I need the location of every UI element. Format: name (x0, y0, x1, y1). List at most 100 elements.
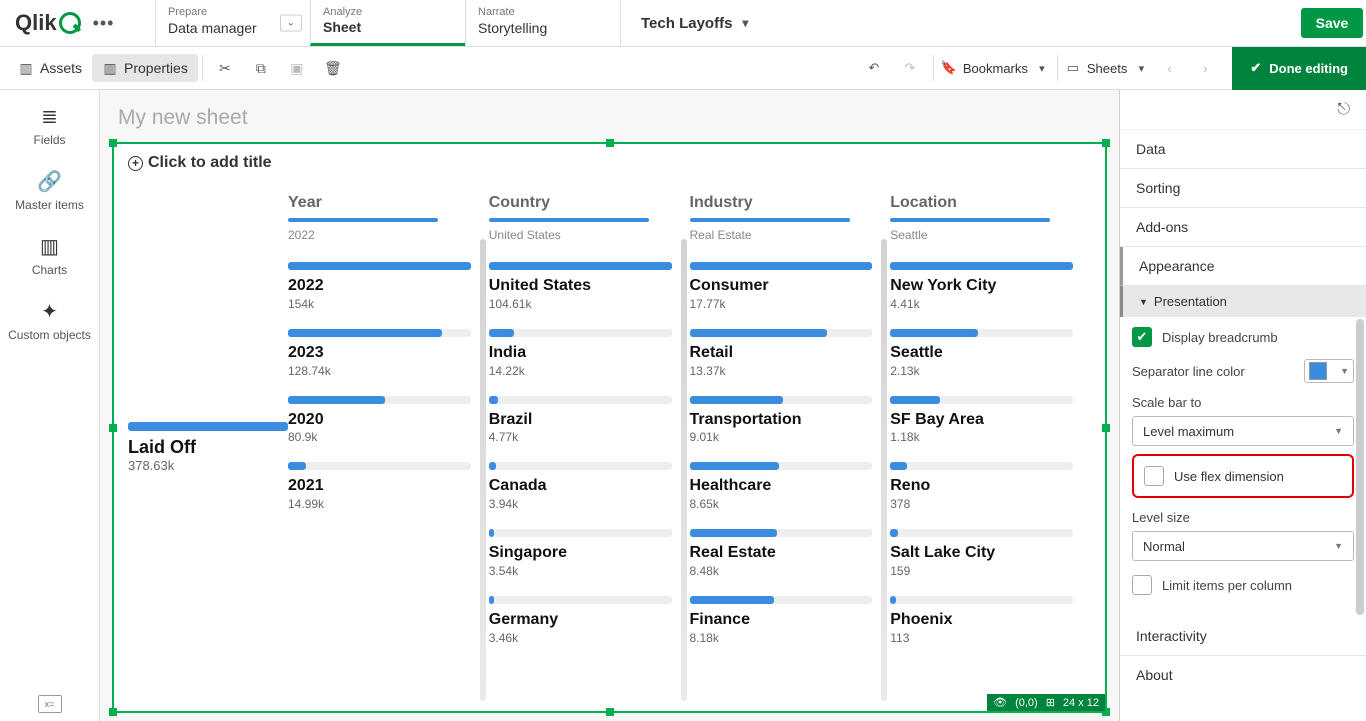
level-item[interactable]: SF Bay Area 1.18k (890, 396, 1091, 445)
viz-title-placeholder[interactable]: + Click to add title (114, 144, 1105, 182)
level-item[interactable]: Brazil 4.77k (489, 396, 690, 445)
more-icon[interactable]: ••• (93, 13, 115, 34)
tab-analyze[interactable]: Analyze Sheet (310, 0, 465, 46)
variables-button[interactable]: x= (38, 695, 62, 713)
section-data[interactable]: Data (1120, 130, 1366, 169)
redo-button: ↷ (893, 53, 927, 83)
section-addons[interactable]: Add-ons (1120, 208, 1366, 247)
paste-button[interactable]: ▣ (279, 54, 315, 82)
chevron-down-icon: ▼ (1334, 541, 1343, 551)
flex-dimension-checkbox[interactable] (1144, 466, 1164, 486)
level-item[interactable]: 2023 128.74k (288, 329, 489, 378)
cut-button[interactable]: ✂ (207, 54, 243, 82)
level-item[interactable]: Finance 8.18k (690, 596, 891, 645)
level-item[interactable]: Canada 3.94k (489, 462, 690, 511)
level-size-select[interactable]: Normal ▼ (1132, 531, 1354, 561)
root-label[interactable]: Laid Off (128, 437, 288, 458)
asset-custom-objects[interactable]: ✦ Custom objects (8, 299, 91, 342)
properties-toggle[interactable]: ▥ Properties (92, 54, 198, 82)
delete-button[interactable]: 🗑 (315, 54, 351, 82)
asset-fields[interactable]: ≣ Fields (33, 104, 65, 147)
sheet-canvas[interactable]: My new sheet + Click to add title Laid O… (100, 90, 1119, 721)
resize-handle[interactable] (109, 708, 117, 716)
section-sorting[interactable]: Sorting (1120, 169, 1366, 208)
asset-label: Custom objects (8, 328, 91, 342)
level-item[interactable]: Germany 3.46k (489, 596, 690, 645)
level-item[interactable]: Seattle 2.13k (890, 329, 1091, 378)
chevron-down-icon[interactable]: ⌄ (280, 15, 302, 32)
item-bar (489, 396, 672, 404)
app-title[interactable]: Tech Layoffs ▾ (620, 0, 1298, 46)
copy-button[interactable]: ⧉ (243, 54, 279, 82)
bookmark-icon: 🔖 (940, 53, 958, 83)
sheet-title[interactable]: My new sheet (118, 106, 248, 130)
share-icon[interactable]: ⎋ (1337, 101, 1350, 119)
level-item[interactable]: Salt Lake City 159 (890, 529, 1091, 578)
resize-handle[interactable] (1102, 424, 1110, 432)
level-item[interactable]: 2020 80.9k (288, 396, 489, 445)
bar-chart-icon: ▥ (40, 234, 59, 259)
chevron-down-icon[interactable]: ▾ (1033, 53, 1051, 83)
section-about[interactable]: About (1120, 656, 1366, 694)
level-breadcrumb[interactable]: Real Estate (690, 228, 891, 242)
item-value: 17.77k (690, 297, 873, 311)
level-item[interactable]: 2022 154k (288, 262, 489, 311)
level-breadcrumb[interactable]: United States (489, 228, 690, 242)
resize-handle[interactable] (1102, 139, 1110, 147)
save-button[interactable]: Save (1301, 8, 1364, 38)
level-header[interactable]: Year (288, 194, 489, 212)
level-item[interactable]: Phoenix 113 (890, 596, 1091, 645)
level-item[interactable]: New York City 4.41k (890, 262, 1091, 311)
level-item[interactable]: Singapore 3.54k (489, 529, 690, 578)
check-icon: ✔ (1250, 60, 1261, 76)
chevron-down-icon: ▼ (1334, 426, 1343, 436)
resize-handle[interactable] (606, 139, 614, 147)
item-value: 80.9k (288, 430, 471, 444)
scale-bar-select[interactable]: Level maximum ▼ (1132, 416, 1354, 446)
level-header[interactable]: Location (890, 194, 1091, 212)
tab-narrate[interactable]: Narrate Storytelling (465, 0, 620, 46)
level-item[interactable]: Consumer 17.77k (690, 262, 891, 311)
grid-icon: ⊞ (1046, 696, 1055, 709)
plus-icon: + (128, 156, 143, 171)
prop-label: Use flex dimension (1174, 469, 1284, 484)
item-value: 159 (890, 564, 1073, 578)
section-interactivity[interactable]: Interactivity (1120, 617, 1366, 656)
done-editing-button[interactable]: ✔ Done editing (1232, 47, 1366, 90)
scrollbar[interactable] (1356, 319, 1364, 615)
limit-items-checkbox[interactable] (1132, 575, 1152, 595)
visualization-object[interactable]: + Click to add title Laid Off 378.63k Ye… (112, 142, 1107, 713)
level-item[interactable]: Healthcare 8.65k (690, 462, 891, 511)
next-sheet-button: › (1188, 53, 1222, 83)
asset-charts[interactable]: ▥ Charts (32, 234, 67, 277)
level-item[interactable]: United States 104.61k (489, 262, 690, 311)
assets-toggle[interactable]: ▥ Assets (8, 54, 92, 82)
sheets-menu[interactable]: Sheets (1084, 61, 1130, 76)
asset-master-items[interactable]: 🔗 Master items (15, 169, 84, 212)
link-icon: 🔗 (37, 169, 62, 194)
level-breadcrumb[interactable]: Seattle (890, 228, 1091, 242)
chevron-down-icon[interactable]: ▾ (1132, 53, 1150, 83)
level-item[interactable]: Reno 378 (890, 462, 1091, 511)
display-breadcrumb-checkbox[interactable]: ✔ (1132, 327, 1152, 347)
undo-button[interactable]: ↶ (857, 53, 891, 83)
resize-handle[interactable] (109, 424, 117, 432)
resize-handle[interactable] (109, 139, 117, 147)
level-item[interactable]: India 14.22k (489, 329, 690, 378)
level-item[interactable]: Real Estate 8.48k (690, 529, 891, 578)
section-appearance[interactable]: Appearance (1120, 247, 1366, 286)
separator-color-picker[interactable]: ▼ (1304, 359, 1354, 383)
level-header-bar (288, 218, 438, 222)
resize-handle[interactable] (606, 708, 614, 716)
level-item[interactable]: Transportation 9.01k (690, 396, 891, 445)
subsection-presentation[interactable]: ▼ Presentation (1120, 286, 1366, 317)
bookmarks-menu[interactable]: Bookmarks (960, 61, 1031, 76)
level-breadcrumb[interactable]: 2022 (288, 228, 489, 242)
level-item[interactable]: 2021 14.99k (288, 462, 489, 511)
tab-prepare[interactable]: Prepare Data manager ⌄ (155, 0, 310, 46)
tab-label: Storytelling (478, 20, 547, 36)
level-header[interactable]: Industry (690, 194, 891, 212)
level-header[interactable]: Country (489, 194, 690, 212)
level-item[interactable]: Retail 13.37k (690, 329, 891, 378)
copy-icon: ⧉ (253, 60, 269, 76)
